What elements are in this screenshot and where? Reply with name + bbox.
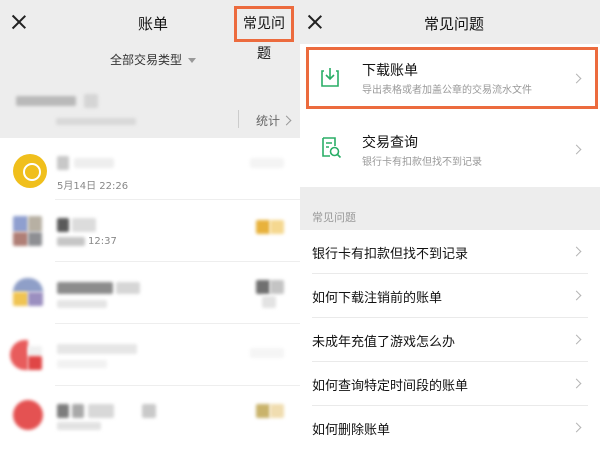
transaction-row[interactable] [0, 386, 300, 450]
chevron-right-icon [571, 144, 582, 155]
faq-question: 银行卡有扣款但找不到记录 [312, 247, 469, 262]
blurred-avatar [13, 232, 28, 246]
blurred-amount [256, 404, 270, 418]
close-icon[interactable] [304, 11, 326, 33]
faq-screen: 常见问题 下载账单 导出表格或者加盖公章的交易流水文件 交易查询 银行卡有扣款但… [300, 0, 600, 450]
blurred-amount [262, 296, 276, 308]
blurred-avatar [28, 356, 42, 370]
page-title: 账单 [138, 15, 169, 33]
blurred-avatar [13, 278, 43, 292]
coin-bag-icon [13, 154, 47, 188]
page-title: 常见问题 [424, 15, 485, 33]
transaction-row[interactable] [0, 138, 300, 200]
blurred-total-text [56, 118, 136, 125]
chevron-right-icon [571, 290, 582, 301]
blurred-name [72, 404, 84, 418]
blurred-amount [270, 404, 284, 418]
chevron-right-icon [571, 378, 582, 389]
blurred-amount [250, 158, 284, 168]
blurred-name [74, 158, 114, 168]
faq-button[interactable]: 常见问题 [234, 6, 294, 62]
faq-question-row[interactable]: 如何删除账单 [300, 406, 600, 450]
blurred-avatar [13, 216, 28, 232]
tools-card: 下载账单 导出表格或者加盖公章的交易流水文件 交易查询 银行卡有扣款但找不到记录 [300, 44, 600, 187]
caret-down-icon [188, 58, 197, 63]
blurred-name [88, 404, 114, 418]
blurred-avatar [28, 216, 42, 232]
close-icon[interactable] [8, 11, 30, 33]
transaction-query-item[interactable]: 交易查询 银行卡有扣款但找不到记录 [300, 116, 600, 187]
blurred-amount [270, 280, 284, 294]
blurred-date [57, 360, 107, 368]
faq-question-row[interactable]: 如何查询特定时间段的账单 [300, 362, 600, 406]
transaction-row[interactable] [0, 262, 300, 324]
blurred-avatar [28, 346, 42, 356]
blurred-name [116, 282, 140, 294]
section-label: 常见问题 [312, 211, 356, 224]
blurred-name [57, 282, 113, 294]
blurred-amount [256, 280, 270, 294]
faq-question: 如何查询特定时间段的账单 [312, 379, 469, 394]
blurred-name [142, 404, 156, 418]
blurred-name [57, 404, 69, 418]
search-document-icon [322, 137, 342, 159]
filter-label: 全部交易类型 [110, 53, 183, 67]
blurred-date [57, 237, 85, 246]
month-summary-row [0, 88, 300, 138]
download-bill-item[interactable]: 下载账单 导出表格或者加盖公章的交易流水文件 [300, 44, 600, 116]
transaction-type-filter[interactable]: 全部交易类型 [110, 51, 197, 68]
chevron-right-icon [571, 422, 582, 433]
item-title: 交易查询 [362, 135, 418, 151]
blurred-name [72, 218, 96, 232]
download-icon [321, 68, 339, 87]
blurred-amount [256, 220, 270, 234]
blurred-month-text [16, 96, 76, 106]
transaction-row[interactable]: 12:37 [0, 200, 300, 262]
transaction-time: 12:37 [88, 236, 117, 247]
stats-label: 统计 [256, 114, 281, 128]
transaction-row[interactable] [0, 324, 300, 386]
chevron-right-icon [571, 246, 582, 257]
faq-question-row[interactable]: 银行卡有扣款但找不到记录 [300, 230, 600, 274]
transaction-date: 5月14日 22:26 [57, 181, 129, 192]
faq-question-row[interactable]: 如何下载注销前的账单 [300, 274, 600, 318]
blurred-name [57, 156, 69, 170]
chevron-right-icon [571, 334, 582, 345]
blurred-name [57, 344, 137, 354]
bill-navbar: 账单 常见问题 [0, 0, 300, 62]
blurred-amount [250, 348, 284, 358]
item-subtitle: 导出表格或者加盖公章的交易流水文件 [362, 85, 532, 96]
blurred-avatar [13, 292, 28, 306]
faq-question: 如何删除账单 [312, 423, 391, 438]
faq-navbar: 常见问题 [300, 0, 600, 44]
blurred-date [57, 422, 101, 430]
chevron-right-icon [281, 115, 292, 126]
blurred-block [84, 94, 98, 108]
blurred-avatar [10, 340, 28, 370]
faq-question: 未成年充值了游戏怎么办 [312, 335, 456, 350]
blurred-date [57, 300, 107, 308]
stats-button[interactable]: 统计 [256, 112, 292, 129]
faq-question-row[interactable]: 未成年充值了游戏怎么办 [300, 318, 600, 362]
blurred-avatar [13, 400, 43, 430]
faq-question: 如何下载注销前的账单 [312, 291, 443, 306]
item-subtitle: 银行卡有扣款但找不到记录 [362, 157, 482, 168]
divider [238, 110, 239, 128]
blurred-avatar [28, 232, 42, 246]
blurred-avatar [28, 292, 43, 306]
blurred-name [57, 218, 69, 232]
bill-screen: 账单 常见问题 全部交易类型 统计 5月14日 22:26 12:37 [0, 0, 300, 450]
item-title: 下载账单 [362, 63, 418, 79]
blurred-amount [270, 220, 284, 234]
chevron-right-icon [571, 73, 582, 84]
